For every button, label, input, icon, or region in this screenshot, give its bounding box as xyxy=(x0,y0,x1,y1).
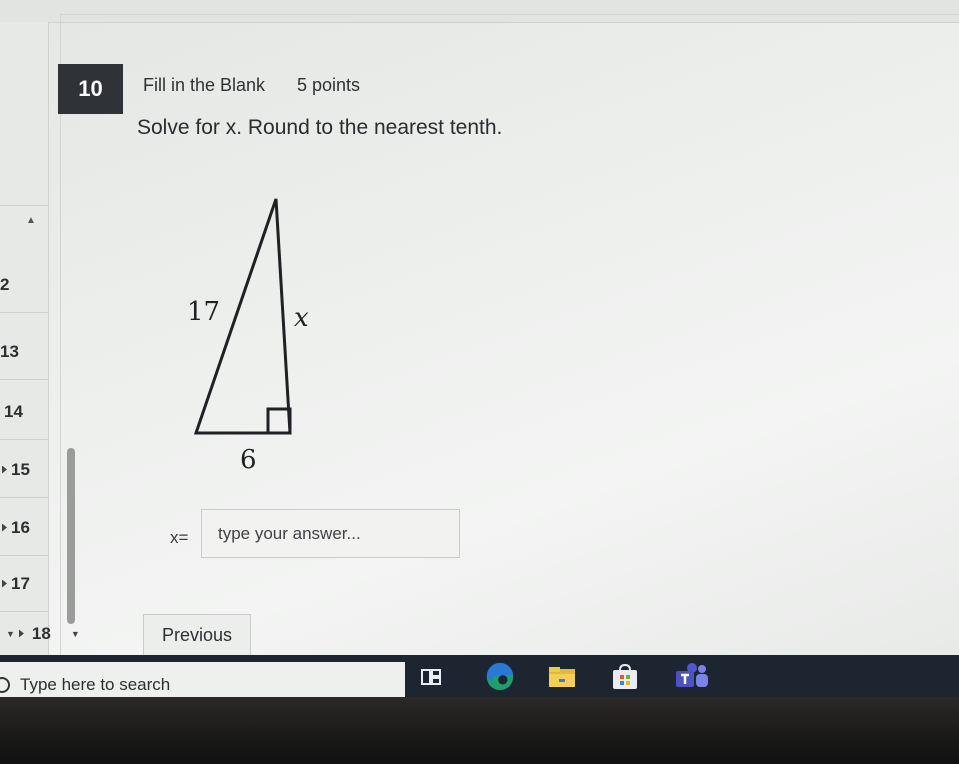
answer-label: x= xyxy=(170,528,189,547)
question-nav-item-17[interactable]: 17 xyxy=(0,556,48,612)
taskbar-search-placeholder: Type here to search xyxy=(20,675,171,694)
bullet-icon xyxy=(2,465,7,474)
question-nav-number: 14 xyxy=(4,401,23,421)
task-view-icon[interactable] xyxy=(418,661,444,693)
side-x-label: x xyxy=(294,303,309,333)
bullet-icon xyxy=(18,629,24,638)
edge-icon[interactable] xyxy=(478,661,522,693)
browser-screen: ▲ 2 13 14 15 16 17 ▼ 18 ▼ 10 Fill in the… xyxy=(0,0,959,656)
store-icon[interactable] xyxy=(608,661,642,693)
bullet-icon xyxy=(2,523,7,532)
triangle-diagram xyxy=(193,198,292,435)
question-nav-number: 16 xyxy=(11,517,30,537)
question-navigator: ▲ 2 13 14 15 16 17 xyxy=(0,22,49,655)
question-nav-item-16[interactable]: 16 xyxy=(0,500,48,556)
file-explorer-icon[interactable] xyxy=(545,661,579,693)
search-icon xyxy=(0,677,10,693)
bullet-icon xyxy=(2,579,7,588)
question-nav-item-14[interactable]: 14 xyxy=(0,384,48,440)
base-label: 6 xyxy=(240,445,257,475)
question-nav-item-2[interactable]: 2 xyxy=(0,257,48,313)
question-type: Fill in the Blank xyxy=(143,75,266,95)
previous-button[interactable]: Previous xyxy=(143,614,251,656)
question-nav-item-15[interactable]: 15 xyxy=(0,442,48,498)
arrow-down-icon: ▼ xyxy=(6,628,15,639)
right-triangle-figure: 17 x 6 xyxy=(170,185,340,485)
teams-icon[interactable] xyxy=(672,661,712,693)
caret-up-icon: ▲ xyxy=(26,215,36,226)
question-nav-number: 18 xyxy=(31,623,51,643)
question-nav-item-13[interactable]: 13 xyxy=(0,324,48,380)
answer-input[interactable] xyxy=(201,509,460,558)
question-prompt: Solve for x. Round to the nearest tenth. xyxy=(137,116,503,139)
right-angle-marker xyxy=(266,407,292,435)
monitor-bezel xyxy=(0,697,959,764)
question-nav-number: 15 xyxy=(11,459,30,479)
hypotenuse-label: 17 xyxy=(187,297,221,327)
question-nav-number: 17 xyxy=(11,573,30,593)
question-points: 5 points xyxy=(297,75,361,95)
question-number-badge: 10 xyxy=(58,64,123,114)
question-nav-number: 2 xyxy=(0,274,10,294)
question-nav-number: 13 xyxy=(0,341,19,361)
question-nav-item-partial[interactable] xyxy=(0,150,48,206)
